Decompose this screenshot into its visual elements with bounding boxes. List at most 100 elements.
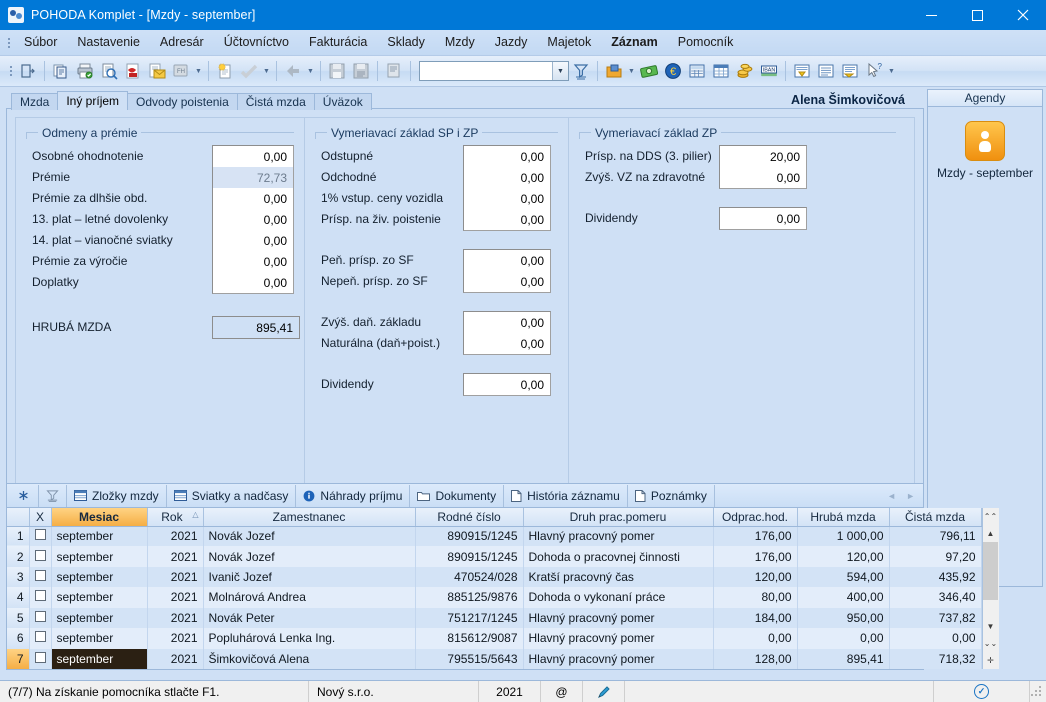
row-checkbox[interactable] bbox=[34, 590, 46, 602]
print-icon[interactable] bbox=[73, 59, 97, 83]
input-nepen-prisp-zo-sf[interactable]: 0,00 bbox=[464, 271, 550, 292]
scroll-resize-grip-icon[interactable]: ✛ bbox=[982, 652, 999, 669]
col-header-hruba-mzda[interactable]: Hrubá mzda bbox=[797, 508, 890, 527]
toolbar-grip-icon[interactable] bbox=[6, 58, 16, 84]
maximize-button[interactable] bbox=[954, 0, 1000, 30]
row-checkbox-cell[interactable] bbox=[29, 628, 52, 649]
tab-filter[interactable] bbox=[39, 484, 67, 507]
input-doplatky[interactable]: 0,00 bbox=[213, 272, 293, 293]
row-checkbox[interactable] bbox=[34, 570, 46, 582]
row-checkbox[interactable] bbox=[34, 529, 46, 541]
row-checkbox-cell[interactable] bbox=[29, 526, 52, 547]
col-header-zamestnanec[interactable]: Zamestnanec bbox=[203, 508, 416, 527]
person-agenda-icon[interactable] bbox=[965, 121, 1005, 161]
record-icon[interactable] bbox=[382, 59, 406, 83]
menu-item-majetok[interactable]: Majetok bbox=[537, 31, 601, 54]
send-mail-icon[interactable] bbox=[145, 59, 169, 83]
tab-mzda[interactable]: Mzda bbox=[11, 93, 59, 110]
menu-grip-icon[interactable] bbox=[4, 30, 14, 56]
col-header-rodne-cislo[interactable]: Rodné číslo bbox=[415, 508, 524, 527]
calculator-icon[interactable] bbox=[685, 59, 709, 83]
minimize-button[interactable] bbox=[908, 0, 954, 30]
menu-item-adresar[interactable]: Adresár bbox=[150, 31, 214, 54]
money-icon[interactable] bbox=[637, 59, 661, 83]
input-14-plat[interactable]: 0,00 bbox=[213, 230, 293, 251]
tab-historia-zaznamu[interactable]: História záznamu bbox=[504, 484, 628, 507]
copy-records-icon[interactable] bbox=[49, 59, 73, 83]
tab-uvazok[interactable]: Úväzok bbox=[313, 93, 372, 110]
col-header-odprac-hod[interactable]: Odprac.hod. bbox=[713, 508, 798, 527]
help-pointer-icon[interactable]: ? bbox=[862, 59, 886, 83]
agenda-icon[interactable] bbox=[602, 59, 626, 83]
input-zvys-dan-zakladu[interactable]: 0,00 bbox=[464, 312, 550, 333]
input-dividendy-zp[interactable]: 0,00 bbox=[720, 208, 806, 229]
tab-nahrady-prijmu[interactable]: Náhrady príjmu bbox=[296, 484, 411, 507]
exit-icon[interactable] bbox=[16, 59, 40, 83]
table-row-selected[interactable]: 7 september 2021 Šimkovičová Alena 79551… bbox=[7, 648, 982, 669]
tab-zlozky-mzdy[interactable]: Zložky mzdy bbox=[67, 484, 167, 507]
euro-icon[interactable]: € bbox=[661, 59, 685, 83]
table-row[interactable]: 5 september 2021 Novák Peter 751217/1245… bbox=[7, 607, 982, 629]
scroll-thumb[interactable] bbox=[983, 542, 998, 600]
edit-html-icon[interactable]: FH bbox=[169, 59, 193, 83]
filter-icon[interactable] bbox=[569, 59, 593, 83]
check-dropdown-arrow-icon[interactable]: ▼ bbox=[261, 59, 272, 83]
agenda-dropdown-arrow-icon[interactable]: ▼ bbox=[626, 59, 637, 83]
input-osobne-ohodnotenie[interactable]: 0,00 bbox=[213, 146, 293, 167]
back-icon[interactable] bbox=[281, 59, 305, 83]
resize-grip-icon[interactable] bbox=[1030, 684, 1044, 699]
col-header-x[interactable]: X bbox=[29, 508, 52, 527]
input-naturalna[interactable]: 0,00 bbox=[464, 333, 550, 354]
input-prisp-ziv-poistenie[interactable]: 0,00 bbox=[464, 209, 550, 230]
menu-item-pomocnik[interactable]: Pomocník bbox=[668, 31, 744, 54]
input-premie[interactable]: 72,73 bbox=[213, 167, 293, 188]
table-row[interactable]: 1 september 2021 Novák Jozef 890915/1245… bbox=[7, 526, 982, 547]
print-preview-icon[interactable] bbox=[97, 59, 121, 83]
coins-icon[interactable] bbox=[733, 59, 757, 83]
input-odstupne[interactable]: 0,00 bbox=[464, 146, 550, 167]
tab-poznamky[interactable]: Poznámky bbox=[628, 484, 715, 507]
col-header-mesiac[interactable]: Mesiac bbox=[51, 508, 148, 527]
save-all-icon[interactable] bbox=[349, 59, 373, 83]
menu-item-mzdy[interactable]: Mzdy bbox=[435, 31, 485, 54]
table-row[interactable]: 6 september 2021 Popluhárová Lenka Ing. … bbox=[7, 628, 982, 649]
row-checkbox-cell[interactable] bbox=[29, 587, 52, 608]
menu-item-zaznam[interactable]: Záznam bbox=[601, 31, 668, 54]
row-checkbox-cell[interactable] bbox=[29, 546, 52, 567]
input-zvys-vz-zdravotne[interactable]: 0,00 bbox=[720, 167, 806, 188]
list-icon[interactable] bbox=[814, 59, 838, 83]
table-row[interactable]: 4 september 2021 Molnárová Andrea 885125… bbox=[7, 587, 982, 608]
menu-item-sklady[interactable]: Sklady bbox=[377, 31, 435, 54]
table-calc-icon[interactable] bbox=[709, 59, 733, 83]
menu-item-nastavenie[interactable]: Nastavenie bbox=[67, 31, 150, 54]
tab-odvody-poistenia[interactable]: Odvody poistenia bbox=[127, 93, 238, 110]
agendy-dock-item-label[interactable]: Mzdy - september bbox=[928, 166, 1042, 180]
table-row[interactable]: 2 september 2021 Novák Jozef 890915/1245… bbox=[7, 546, 982, 567]
toolbar-search-combo[interactable]: ▼ bbox=[419, 61, 569, 81]
input-pen-prisp-zo-sf[interactable]: 0,00 bbox=[464, 250, 550, 271]
scroll-down-button[interactable]: ▼ bbox=[982, 618, 999, 635]
row-checkbox-cell[interactable] bbox=[29, 607, 52, 629]
row-checkbox[interactable] bbox=[34, 631, 46, 643]
tab-iny-prijem[interactable]: Iný príjem bbox=[57, 91, 129, 110]
row-checkbox[interactable] bbox=[34, 651, 46, 663]
row-checkbox-cell[interactable] bbox=[29, 648, 52, 669]
input-dividendy-sp-zp[interactable]: 0,00 bbox=[464, 374, 550, 395]
input-prisp-na-dds[interactable]: 20,00 bbox=[720, 146, 806, 167]
tab-asterisk[interactable] bbox=[9, 484, 39, 507]
export-pdf-icon[interactable] bbox=[121, 59, 145, 83]
input-13-plat[interactable]: 0,00 bbox=[213, 209, 293, 230]
cell-mesiac[interactable]: september bbox=[51, 648, 148, 669]
input-vstup-cena-vozidla[interactable]: 0,00 bbox=[464, 188, 550, 209]
status-ok-indicator[interactable]: ✓ bbox=[934, 681, 1030, 702]
col-header-rok[interactable]: Rok △ bbox=[147, 508, 204, 527]
col-header-druh-prac-pomeru[interactable]: Druh prac.pomeru bbox=[523, 508, 714, 527]
row-checkbox-cell[interactable] bbox=[29, 566, 52, 588]
tab-cista-mzda[interactable]: Čistá mzda bbox=[236, 93, 315, 110]
menu-item-subor[interactable]: Súbor bbox=[14, 31, 67, 54]
row-checkbox[interactable] bbox=[34, 610, 46, 622]
menu-item-jazdy[interactable]: Jazdy bbox=[485, 31, 538, 54]
menu-item-fakturacia[interactable]: Fakturácia bbox=[299, 31, 377, 54]
edit-html-dropdown-arrow-icon[interactable]: ▼ bbox=[193, 59, 204, 83]
preview-icon[interactable] bbox=[838, 59, 862, 83]
